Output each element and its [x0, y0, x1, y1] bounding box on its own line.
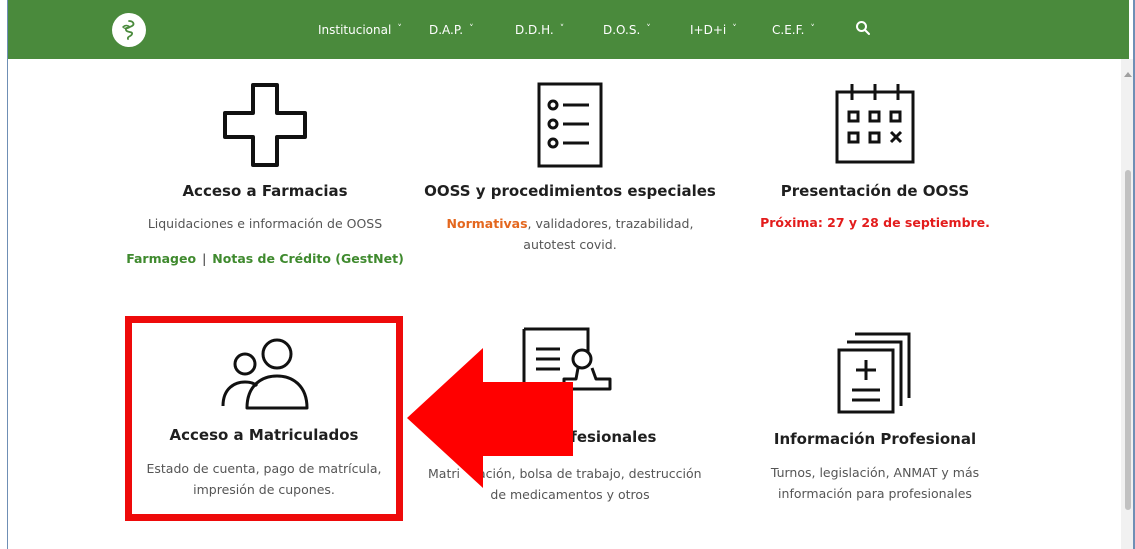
next-date-notice: Próxima: 27 y 28 de septiembre.: [760, 215, 990, 230]
nav-label: D.D.H.: [515, 23, 554, 37]
notas-credito-link[interactable]: Notas de Crédito (GestNet): [212, 251, 404, 266]
nav-item-dos[interactable]: D.O.S. ˅: [603, 23, 651, 37]
normativas-link[interactable]: Normativas: [447, 216, 528, 231]
card-ooss-procedimientos[interactable]: OOSS y procedimientos especiales Normati…: [415, 80, 725, 255]
chevron-down-icon: ˅: [397, 24, 402, 34]
chevron-down-icon: ˅: [810, 24, 815, 34]
document-plus-icon: [837, 332, 911, 414]
card-presentacion-ooss[interactable]: Presentación de OOSS Próxima: 27 y 28 de…: [735, 80, 1015, 230]
card-title: Presentación de OOSS: [780, 182, 970, 200]
top-navigation-bar: [8, 0, 1129, 59]
nav-item-idi[interactable]: I+D+i ˅: [690, 23, 737, 37]
site-logo[interactable]: [112, 13, 146, 47]
card-description: Liquidaciones e información de OOSS: [147, 216, 383, 231]
link-separator: |: [202, 251, 207, 266]
card-acceso-farmacias[interactable]: Acceso a Farmacias Liquidaciones e infor…: [125, 80, 405, 266]
nav-label: D.A.P.: [429, 23, 464, 37]
description-text: autotest covid.: [523, 237, 617, 252]
highlight-box: [125, 316, 403, 521]
calendar-icon: [835, 84, 915, 164]
card-description: Turnos, legislación, ANMAT y más informa…: [735, 462, 1015, 504]
nav-label: I+D+i: [690, 23, 727, 37]
nav-item-institucional[interactable]: Institucional ˅: [318, 23, 402, 37]
nav-item-ddh[interactable]: D.D.H. ˅: [515, 23, 564, 37]
chevron-down-icon: ˅: [646, 24, 651, 34]
card-description: Normativas, validadores, trazabilidad, a…: [415, 213, 725, 255]
card-informacion-profesional[interactable]: Información Profesional Turnos, legislac…: [735, 330, 1015, 504]
description-text: información para profesionales: [778, 486, 972, 501]
nav-item-dap[interactable]: D.A.P. ˅: [429, 23, 474, 37]
chevron-down-icon: ˅: [732, 24, 737, 34]
plus-cross-icon: [223, 83, 307, 167]
card-links: Farmageo | Notas de Crédito (GestNet): [125, 251, 405, 266]
farmageo-link[interactable]: Farmageo: [126, 251, 196, 266]
card-title: Información Profesional: [773, 430, 977, 448]
scrollbar-thumb[interactable]: [1125, 170, 1131, 510]
scroll-up-arrow-icon[interactable]: [1124, 72, 1132, 77]
description-text: , validadores, trazabilidad,: [527, 216, 694, 231]
chevron-down-icon: ˅: [469, 24, 474, 34]
window-left-border: [0, 0, 8, 549]
pharmacy-logo-icon: [122, 20, 135, 40]
card-title: OOSS y procedimientos especiales: [424, 182, 716, 200]
nav-label: Institucional: [318, 23, 392, 37]
red-arrow-left-icon: [407, 348, 573, 488]
nav-item-cef[interactable]: C.E.F. ˅: [772, 23, 815, 37]
search-icon[interactable]: [855, 20, 871, 36]
description-text: Turnos, legislación, ANMAT y más: [770, 465, 980, 480]
nav-label: C.E.F.: [772, 23, 805, 37]
nav-label: D.O.S.: [603, 23, 641, 37]
chevron-down-icon: ˅: [559, 24, 565, 34]
card-title: Acceso a Farmacias: [182, 182, 348, 200]
checklist-icon: [537, 82, 603, 168]
